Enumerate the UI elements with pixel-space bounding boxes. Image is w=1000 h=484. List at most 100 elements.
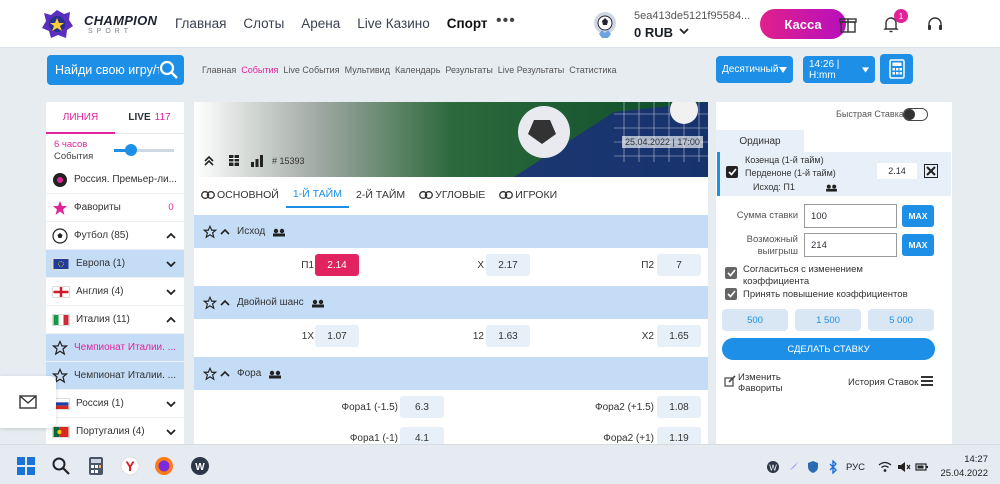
chevron-up-icon[interactable] <box>220 227 230 237</box>
app-w-icon[interactable]: W <box>190 456 210 476</box>
nav-home[interactable]: Главная <box>175 16 226 31</box>
chevron-down-icon[interactable] <box>678 25 690 37</box>
chevron-up-icon[interactable] <box>220 369 230 379</box>
tab-line[interactable]: ЛИНИЯ <box>46 102 115 134</box>
statistics-icon[interactable] <box>250 154 264 167</box>
sidebar-item-england[interactable]: Англия (4) <box>46 278 184 306</box>
speaker-muted-icon[interactable] <box>897 460 911 474</box>
tab-main[interactable]: ОСНОВНОЙ <box>194 182 286 208</box>
market-header-outcome[interactable]: Исход <box>194 215 708 248</box>
odd-button[interactable]: 1.19 <box>657 427 701 444</box>
odd-button[interactable]: 4.1 <box>400 427 444 444</box>
keyboard-language[interactable]: РУС <box>846 462 865 473</box>
odd-button[interactable]: 1.63 <box>486 325 530 347</box>
sidebar-item-italy-championship[interactable]: Чемпионат Италии. ... <box>46 362 184 390</box>
nav-slots[interactable]: Слоты <box>243 16 284 31</box>
system-clock[interactable]: 14:27 25.04.2022 <box>938 453 988 481</box>
tab-corners[interactable]: УГЛОВЫЕ <box>412 182 492 208</box>
quick-amount-1500[interactable]: 1 500 <box>795 309 861 331</box>
edit-icon[interactable] <box>724 375 736 387</box>
odd-button[interactable]: 7 <box>657 254 701 276</box>
chevron-down-icon[interactable] <box>164 427 178 437</box>
chevron-up-icon[interactable] <box>164 231 178 241</box>
calculator-app-icon[interactable] <box>86 456 106 476</box>
calculator-button[interactable] <box>880 54 913 84</box>
stake-max-button[interactable]: MAX <box>902 205 934 227</box>
subnav-live-events[interactable]: Live События <box>283 65 339 75</box>
bluetooth-icon[interactable] <box>826 460 840 474</box>
edit-favorites-link[interactable]: Изменить <box>738 372 781 383</box>
nav-live-casino[interactable]: Live Казино <box>357 16 429 31</box>
subnav-live-results[interactable]: Live Результаты <box>498 65 564 75</box>
sidebar-item-football[interactable]: Футбол (85) <box>46 222 184 250</box>
sidebar-item-favorites[interactable]: Фавориты 0 <box>46 194 184 222</box>
feather-icon[interactable] <box>786 460 800 474</box>
headset-support-icon[interactable] <box>925 14 945 34</box>
tab-live[interactable]: LIVE 117 <box>115 102 184 134</box>
gift-icon[interactable] <box>838 14 858 34</box>
accept-change-checkbox[interactable] <box>725 267 737 279</box>
odd-button[interactable]: 1.08 <box>657 396 701 418</box>
champion-logo-icon[interactable] <box>40 9 74 39</box>
odd-button[interactable]: 6.3 <box>400 396 444 418</box>
windows-start-icon[interactable] <box>16 456 36 476</box>
star-outline-icon[interactable] <box>52 339 68 356</box>
shield-icon[interactable] <box>806 460 820 474</box>
mail-button[interactable] <box>0 376 56 428</box>
hours-slider-handle[interactable] <box>125 144 137 156</box>
more-menu-icon[interactable]: ••• <box>496 12 516 30</box>
market-header-double-chance[interactable]: Двойной шанс <box>194 286 708 319</box>
odd-button[interactable]: 2.17 <box>486 254 530 276</box>
quick-amount-500[interactable]: 500 <box>722 309 788 331</box>
win-max-button[interactable]: MAX <box>902 234 934 256</box>
firefox-icon[interactable] <box>154 456 174 476</box>
possible-win-input[interactable]: 214 <box>804 233 897 257</box>
odd-button[interactable]: 1.07 <box>315 325 359 347</box>
nav-sport[interactable]: Спорт <box>447 16 488 31</box>
sidebar-item-russia-premier[interactable]: Россия. Премьер-ли... <box>46 166 184 194</box>
quick-amount-5000[interactable]: 5 000 <box>868 309 934 331</box>
tab-players[interactable]: ИГРОКИ <box>492 182 564 208</box>
wifi-icon[interactable] <box>878 460 892 474</box>
balance-value[interactable]: 0 RUB <box>634 25 673 40</box>
accept-increase-checkbox[interactable] <box>725 288 737 300</box>
yandex-browser-icon[interactable]: Y <box>120 456 140 476</box>
star-outline-icon[interactable] <box>203 366 217 381</box>
place-bet-button[interactable]: СДЕЛАТЬ СТАВКУ <box>722 338 935 360</box>
subnav-multiview[interactable]: Мультивид <box>345 65 390 75</box>
market-header-handicap[interactable]: Фора <box>194 357 708 390</box>
bet-history-link[interactable]: История Ставок <box>848 377 918 388</box>
odd-button[interactable]: 1.65 <box>657 325 701 347</box>
tray-app-icon[interactable]: W <box>766 460 780 474</box>
search-icon[interactable] <box>51 456 71 476</box>
odds-format-dropdown[interactable]: Десятичный <box>716 56 793 83</box>
subnav-home[interactable]: Главная <box>202 65 236 75</box>
bet-select-checkbox[interactable] <box>726 166 738 178</box>
sidebar-item-russia[interactable]: Россия (1) <box>46 390 184 418</box>
tab-single-bet[interactable]: Ординар <box>716 130 804 152</box>
menu-list-icon[interactable] <box>921 375 933 387</box>
tab-second-half[interactable]: 2-Й ТАЙМ <box>349 182 412 208</box>
star-outline-icon[interactable] <box>203 295 217 310</box>
time-format-dropdown[interactable]: 14:26 | H:mm <box>803 56 875 83</box>
subnav-results[interactable]: Результаты <box>445 65 492 75</box>
sidebar-item-italy[interactable]: Италия (11) <box>46 306 184 334</box>
sidebar-item-europe[interactable]: Европа (1) <box>46 250 184 278</box>
stake-input[interactable]: 100 <box>804 204 897 228</box>
chevron-down-icon[interactable] <box>164 287 178 297</box>
collapse-up-icon[interactable] <box>203 155 215 167</box>
search-icon[interactable] <box>158 59 180 81</box>
nav-arena[interactable]: Арена <box>301 16 340 31</box>
edit-favorites-link-2[interactable]: Фавориты <box>738 383 783 394</box>
star-outline-icon[interactable] <box>203 224 217 239</box>
odd-button-selected[interactable]: 2.14 <box>315 254 359 276</box>
subnav-statistics[interactable]: Статистика <box>569 65 616 75</box>
chevron-up-icon[interactable] <box>220 298 230 308</box>
cashier-button[interactable]: Касса <box>760 9 846 39</box>
sidebar-item-italy-championship-selected[interactable]: Чемпионат Италии. ... <box>46 334 184 362</box>
chevron-down-icon[interactable] <box>164 399 178 409</box>
chevron-up-icon[interactable] <box>164 315 178 325</box>
subnav-calendar[interactable]: Календарь <box>395 65 440 75</box>
battery-icon[interactable] <box>915 460 929 474</box>
remove-bet-button[interactable] <box>924 164 938 178</box>
